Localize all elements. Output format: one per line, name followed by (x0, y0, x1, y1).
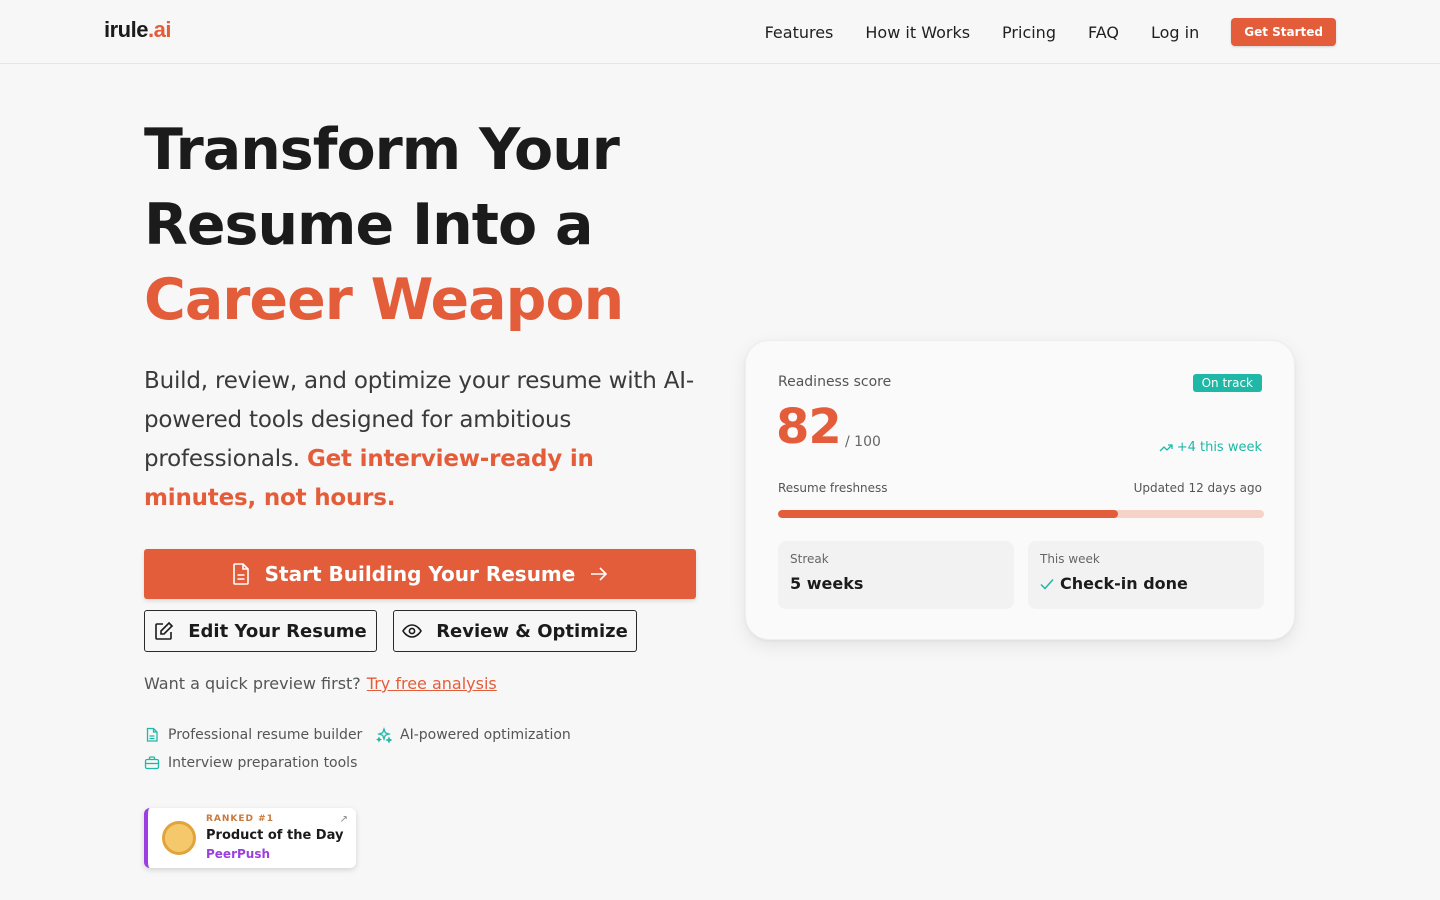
readiness-card: Readiness score On track 82 / 100 +4 thi… (745, 340, 1295, 640)
readiness-max: / 100 (845, 434, 881, 450)
badge-ranked: RANKED #1 (206, 814, 274, 824)
file-icon (146, 727, 158, 742)
nav-faq[interactable]: FAQ (1088, 23, 1119, 42)
hero-title-line-3: Career Weapon (144, 267, 624, 333)
edit-resume-label: Edit Your Resume (188, 620, 367, 642)
feature-interview-prep: Interview preparation tools (168, 755, 358, 771)
eye-icon (402, 624, 423, 638)
feature-item: AI-powered optimization (376, 727, 571, 743)
this-week-tile: This week Check-in done (1028, 541, 1264, 609)
external-link-icon: ↗ (339, 814, 348, 825)
nav-pricing[interactable]: Pricing (1002, 23, 1056, 42)
status-badge: On track (1192, 374, 1262, 392)
feature-ai-optimization: AI-powered optimization (400, 727, 571, 743)
preview-text: Want a quick preview first? (144, 674, 361, 693)
check-icon (1040, 578, 1054, 590)
this-week-label: This week (1040, 552, 1100, 566)
get-started-button[interactable]: Get Started (1231, 18, 1336, 46)
freshness-label: Resume freshness (778, 481, 888, 495)
hero-title-line-2: Resume Into a (144, 192, 593, 258)
review-optimize-button[interactable]: Review & Optimize (393, 610, 637, 652)
edit-resume-button[interactable]: Edit Your Resume (144, 610, 377, 652)
streak-label: Streak (790, 552, 829, 566)
hero-description: Build, review, and optimize your resume … (144, 362, 704, 518)
arrow-right-icon (591, 567, 608, 581)
streak-value: 5 weeks (790, 574, 864, 593)
badge-title: Product of the Day (206, 828, 344, 843)
logo-text: irule (104, 17, 148, 42)
streak-tile: Streak 5 weeks (778, 541, 1014, 609)
review-optimize-label: Review & Optimize (436, 620, 628, 642)
score-delta-text: +4 this week (1176, 440, 1262, 455)
this-week-value: Check-in done (1040, 574, 1188, 593)
nav-how-it-works[interactable]: How it Works (865, 23, 970, 42)
nav-features[interactable]: Features (765, 23, 834, 42)
feature-resume-builder: Professional resume builder (168, 727, 363, 743)
top-navigation-bar: irule.ai Features How it Works Pricing F… (0, 0, 1440, 64)
product-of-the-day-badge[interactable]: RANKED #1 Product of the Day PeerPush ↗ (144, 808, 356, 868)
hero-title-line-1: Transform Your (144, 117, 620, 183)
trending-up-icon (1159, 443, 1173, 451)
logo-suffix: .ai (147, 17, 171, 42)
readiness-label: Readiness score (778, 374, 892, 390)
edit-icon (155, 621, 174, 640)
document-icon (232, 563, 249, 585)
start-building-label: Start Building Your Resume (264, 562, 576, 586)
main-nav: Features How it Works Pricing FAQ Log in… (765, 17, 1336, 47)
start-building-button[interactable]: Start Building Your Resume (144, 549, 696, 599)
feature-item: Interview preparation tools (144, 755, 357, 771)
try-free-analysis-link[interactable]: Try free analysis (367, 674, 497, 693)
updated-text: Updated 12 days ago (1133, 481, 1262, 495)
freshness-progress-bar (778, 510, 1264, 518)
readiness-score: 82 (776, 399, 842, 455)
briefcase-icon (144, 756, 160, 770)
feature-item: Professional resume builder (144, 727, 362, 743)
freshness-progress-fill (778, 510, 1119, 518)
hero-title: Transform Your Resume Into a Career Weap… (144, 113, 704, 338)
logo[interactable]: irule.ai (104, 17, 171, 43)
score-delta: +4 this week (1159, 440, 1262, 455)
sparkles-icon (376, 727, 392, 743)
nav-login[interactable]: Log in (1151, 23, 1199, 42)
preview-line: Want a quick preview first? Try free anal… (144, 674, 497, 693)
this-week-value-text: Check-in done (1060, 574, 1188, 593)
badge-source: PeerPush (206, 847, 271, 861)
medal-icon (162, 821, 196, 855)
